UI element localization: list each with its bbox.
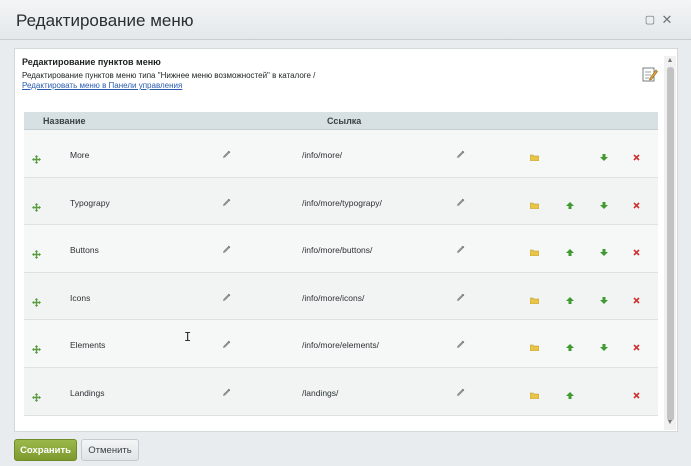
menu-item-name: Buttons [70,245,99,256]
menu-item-name: Typograpy [70,197,110,208]
folder-icon[interactable] [530,249,539,257]
delete-icon[interactable] [633,202,640,209]
drag-handle-icon[interactable] [32,202,41,212]
pencil-icon[interactable] [456,150,465,159]
menu-item-url: /info/more/ [302,150,343,160]
pencil-icon[interactable] [456,293,465,302]
arrow-down-icon[interactable] [600,249,608,257]
menu-item-url: /landings/ [302,387,339,398]
scroll-down-icon[interactable]: ▼ [664,418,676,428]
scroll-thumb[interactable] [667,67,674,421]
column-header-link: Ссылка [327,116,362,126]
table-body: More /info/more/ Typograpy /info/more/ty… [24,130,658,416]
menu-item-name: Landings [70,387,105,398]
drag-handle-icon[interactable] [32,392,41,402]
arrow-up-icon[interactable] [566,391,574,399]
menu-item-url: /info/more/elements/ [302,340,380,351]
delete-icon[interactable] [633,154,640,161]
menu-item-name: Icons [70,292,91,303]
drag-handle-icon[interactable] [32,155,41,164]
arrow-down-icon[interactable] [600,344,608,352]
menu-item-name: Elements [70,340,106,351]
content-panel: Редактирование пунктов меню Редактирован… [14,48,678,432]
scroll-up-icon[interactable]: ▲ [664,56,676,66]
menu-item-url: /info/more/typograpy/ [302,197,382,208]
table-row-4: Icons /info/more/icons/ [24,272,658,321]
table-row-2: Typograpy /info/more/typograpy/ [24,177,658,226]
pencil-icon[interactable] [456,388,465,397]
drag-handle-icon[interactable] [32,345,41,355]
section-title: Редактирование пунктов меню [22,57,161,67]
arrow-up-icon[interactable] [566,344,574,352]
pencil-icon[interactable] [222,340,231,349]
arrow-up-icon[interactable] [566,249,574,257]
arrow-down-icon[interactable] [600,296,608,304]
maximize-icon[interactable]: ▢ [643,13,657,27]
folder-icon[interactable] [530,297,539,304]
title-bar: Редактирование меню ▢ ✕ [0,0,691,40]
table-header: Название Ссылка [24,112,658,130]
table-row-6: Landings /landings/ [24,367,658,416]
folder-icon[interactable] [530,344,539,352]
table-row-5: Elements /info/more/elements/ [24,320,658,368]
arrow-up-icon[interactable] [566,296,574,304]
menu-item-url: /info/more/buttons/ [302,245,373,256]
pencil-icon[interactable] [222,388,231,397]
dialog-footer: Сохранить Отменить [0,432,691,466]
arrow-down-icon[interactable] [600,201,608,209]
menu-item-url: /info/more/icons/ [302,292,365,303]
delete-icon[interactable] [633,249,640,256]
table-row-3: Buttons /info/more/buttons/ [24,225,658,273]
drag-handle-icon[interactable] [32,297,41,307]
arrow-up-icon[interactable] [566,201,574,209]
folder-icon[interactable] [530,154,539,161]
delete-icon[interactable] [633,297,640,304]
delete-icon[interactable] [633,344,640,351]
cancel-button[interactable]: Отменить [81,439,139,461]
table-row-1: More /info/more/ [24,130,658,178]
menu-items-table: Название Ссылка More /info/more/ Typogra… [24,112,658,416]
pencil-icon[interactable] [222,198,231,207]
close-icon[interactable]: ✕ [660,13,674,27]
vertical-scrollbar[interactable]: ▲ ▼ [664,56,676,430]
pencil-icon[interactable] [456,340,465,349]
section-description: Редактирование пунктов меню типа "Нижнее… [22,71,316,80]
pencil-icon[interactable] [456,245,465,254]
menu-edit-dialog: Редактирование меню ▢ ✕ Редактирование п… [0,0,691,466]
pencil-icon[interactable] [222,293,231,302]
folder-icon[interactable] [530,392,539,399]
folder-icon[interactable] [530,202,539,209]
pencil-icon[interactable] [222,150,231,159]
delete-icon[interactable] [633,392,640,399]
save-button[interactable]: Сохранить [14,439,77,461]
arrow-down-icon[interactable] [600,154,608,161]
edit-menu-icon[interactable] [642,66,658,82]
dialog-title: Редактирование меню [16,11,194,30]
pencil-icon[interactable] [222,245,231,254]
drag-handle-icon[interactable] [32,250,41,260]
control-panel-link[interactable]: Редактировать меню в Панели управления [22,81,182,90]
text-cursor-icon: I [184,330,192,344]
column-header-name: Название [43,116,86,126]
pencil-icon[interactable] [456,198,465,207]
menu-item-name: More [70,150,90,160]
